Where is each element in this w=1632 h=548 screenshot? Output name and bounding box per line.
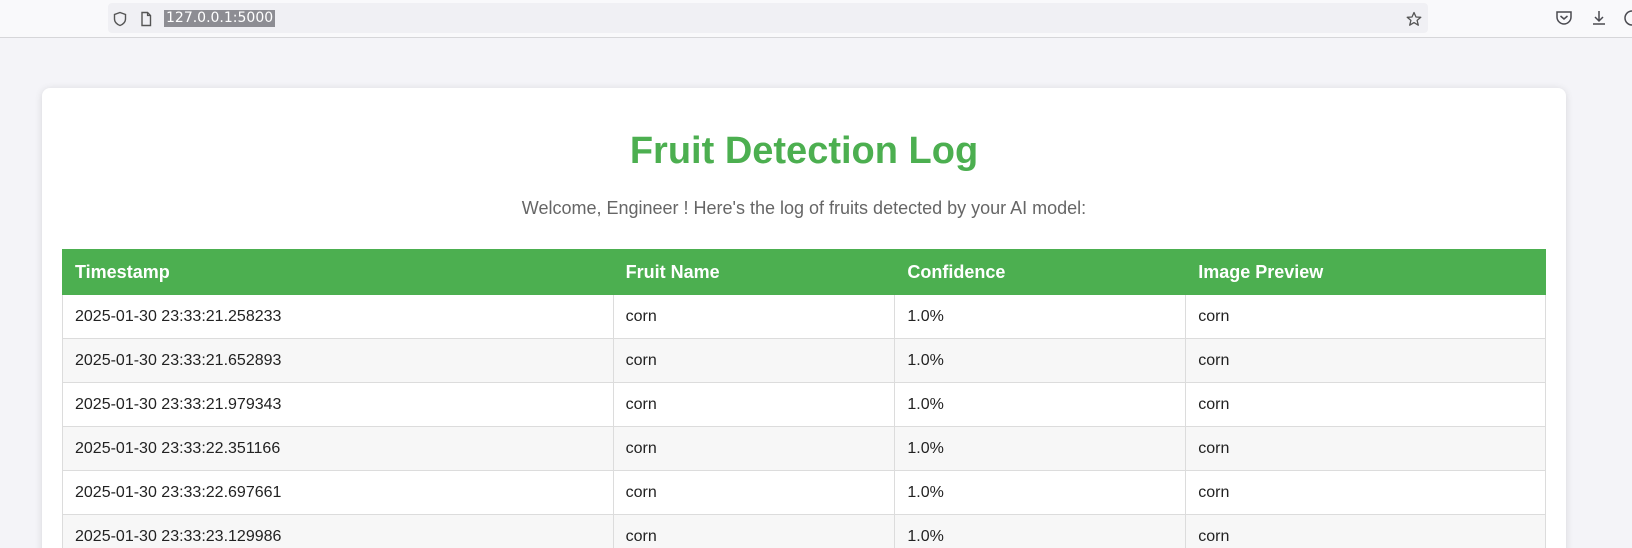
header-image-preview: Image Preview	[1185, 249, 1546, 295]
table-row: 2025-01-30 23:33:21.652893 corn 1.0% cor…	[62, 338, 1546, 383]
address-bar[interactable]: 127.0.0.1:5000	[108, 3, 1428, 33]
fruit-name-cell: corn	[612, 470, 896, 515]
header-timestamp: Timestamp	[62, 249, 614, 295]
timestamp-cell: 2025-01-30 23:33:23.129986	[62, 514, 614, 548]
url-text[interactable]: 127.0.0.1:5000	[164, 10, 276, 27]
table-header-row: Timestamp Fruit Name Confidence Image Pr…	[62, 249, 1546, 295]
confidence-cell: 1.0%	[894, 338, 1187, 383]
table-row: 2025-01-30 23:33:23.129986 corn 1.0% cor…	[62, 514, 1546, 548]
table-row: 2025-01-30 23:33:22.351166 corn 1.0% cor…	[62, 426, 1546, 471]
confidence-cell: 1.0%	[894, 514, 1187, 548]
image-preview-cell: corn	[1185, 382, 1546, 427]
shield-icon[interactable]	[112, 11, 128, 27]
image-preview-cell: corn	[1185, 294, 1546, 339]
header-fruit-name: Fruit Name	[612, 249, 896, 295]
account-icon[interactable]	[1622, 8, 1632, 28]
fruit-name-cell: corn	[612, 426, 896, 471]
timestamp-cell: 2025-01-30 23:33:22.351166	[62, 426, 614, 471]
timestamp-cell: 2025-01-30 23:33:21.652893	[62, 338, 614, 383]
timestamp-cell: 2025-01-30 23:33:22.697661	[62, 470, 614, 515]
page-title: Fruit Detection Log	[629, 130, 979, 172]
table-row: 2025-01-30 23:33:21.258233 corn 1.0% cor…	[62, 294, 1546, 339]
header-confidence: Confidence	[894, 249, 1187, 295]
pocket-icon[interactable]	[1554, 8, 1574, 28]
welcome-message: Welcome, Engineer ! Here's the log of fr…	[521, 198, 1087, 218]
page-icon	[138, 11, 154, 27]
fruit-name-cell: corn	[612, 294, 896, 339]
bookmark-star-icon[interactable]	[1406, 11, 1422, 27]
image-preview-cell: corn	[1185, 470, 1546, 515]
confidence-cell: 1.0%	[894, 382, 1187, 427]
image-preview-cell: corn	[1185, 426, 1546, 471]
confidence-cell: 1.0%	[894, 426, 1187, 471]
detection-log-table: Timestamp Fruit Name Confidence Image Pr…	[62, 249, 1546, 548]
timestamp-cell: 2025-01-30 23:33:21.258233	[62, 294, 614, 339]
fruit-name-cell: corn	[612, 382, 896, 427]
image-preview-cell: corn	[1185, 338, 1546, 383]
image-preview-cell: corn	[1185, 514, 1546, 548]
timestamp-cell: 2025-01-30 23:33:21.979343	[62, 382, 614, 427]
confidence-cell: 1.0%	[894, 294, 1187, 339]
browser-toolbar: 127.0.0.1:5000	[0, 0, 1632, 38]
fruit-name-cell: corn	[612, 514, 896, 548]
downloads-icon[interactable]	[1589, 8, 1609, 28]
confidence-cell: 1.0%	[894, 470, 1187, 515]
table-row: 2025-01-30 23:33:21.979343 corn 1.0% cor…	[62, 382, 1546, 427]
table-row: 2025-01-30 23:33:22.697661 corn 1.0% cor…	[62, 470, 1546, 515]
fruit-name-cell: corn	[612, 338, 896, 383]
